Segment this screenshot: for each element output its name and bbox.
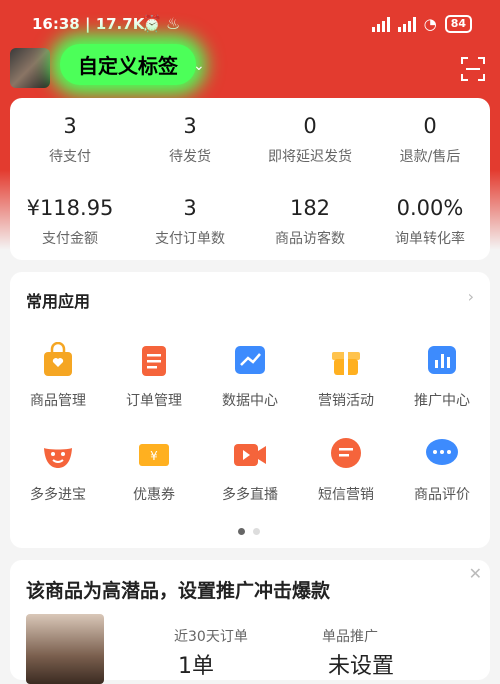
alarm-icon: ⏰ xyxy=(142,14,162,33)
svg-text:¥: ¥ xyxy=(150,449,158,463)
page-dot xyxy=(253,528,260,535)
stat-value: 0 xyxy=(303,114,317,138)
app-label: 订单管理 xyxy=(126,393,182,409)
app-label: 推广中心 xyxy=(414,393,470,409)
stat-pending-payment[interactable]: 3 待支付 xyxy=(10,114,130,166)
common-apps-card: 常用应用 › 商品管理 订单管理 数据中心 营销活动 推广中心 多多进宝 ¥ 优… xyxy=(10,272,490,548)
stat-visitors[interactable]: 182 商品访客数 xyxy=(250,196,370,248)
comment-icon xyxy=(424,436,460,472)
app-sms-marketing[interactable]: 短信营销 xyxy=(298,436,394,504)
page-dot-active xyxy=(238,528,245,535)
close-icon[interactable]: ✕ xyxy=(469,564,482,583)
stat-pay-amount[interactable]: ¥118.95 支付金额 xyxy=(10,196,130,248)
chevron-right-icon[interactable]: › xyxy=(468,287,474,306)
stat-paid-orders[interactable]: 3 支付订单数 xyxy=(130,196,250,248)
bar-chart-icon xyxy=(424,342,460,378)
stat-delay-shipment[interactable]: 0 即将延迟发货 xyxy=(250,114,370,166)
app-duoduo-jinbao[interactable]: 多多进宝 xyxy=(10,436,106,504)
app-coupon[interactable]: ¥ 优惠券 xyxy=(106,436,202,504)
product-thumbnail[interactable] xyxy=(26,614,104,684)
stat-value: 3 xyxy=(63,114,77,138)
status-right: ◔ 84 xyxy=(371,15,472,33)
stat-value: 3 xyxy=(183,196,197,220)
order-list-icon xyxy=(136,342,172,378)
app-label: 优惠券 xyxy=(133,487,175,503)
promotion-label: 单品推广 xyxy=(322,629,378,645)
stat-conversion[interactable]: 0.00% 询单转化率 xyxy=(370,196,490,248)
app-product-manage[interactable]: 商品管理 xyxy=(10,341,106,410)
battery-icon: 84 xyxy=(444,15,472,33)
stat-label: 商品访客数 xyxy=(275,231,345,247)
wifi-icon: ◔ xyxy=(423,15,437,33)
promo-headline: 该商品为高潜品，设置推广冲击爆款 xyxy=(26,580,331,602)
shop-avatar[interactable] xyxy=(10,48,50,88)
app-notification-icon: ♨ xyxy=(166,14,181,33)
gift-box-icon xyxy=(328,342,364,378)
stat-refund[interactable]: 0 退款/售后 xyxy=(370,114,490,166)
app-product-reviews[interactable]: 商品评价 xyxy=(394,436,490,504)
app-promotion-center[interactable]: 推广中心 xyxy=(394,342,490,410)
stat-label: 待发货 xyxy=(169,149,211,165)
bag-icon xyxy=(40,341,76,378)
app-label: 商品评价 xyxy=(414,487,470,503)
stat-label: 支付订单数 xyxy=(155,231,225,247)
stat-value: ¥118.95 xyxy=(26,196,114,220)
orders-label: 近30天订单 xyxy=(174,629,248,645)
stat-value: 0 xyxy=(423,114,437,138)
stat-label: 退款/售后 xyxy=(399,149,461,165)
page-indicator xyxy=(238,528,260,535)
stat-value: 182 xyxy=(289,196,331,220)
message-icon xyxy=(328,436,364,472)
promo-card[interactable]: ✕ 该商品为高潜品，设置推广冲击爆款 近30天订单 单品推广 1单 未设置 xyxy=(10,560,490,684)
scan-icon[interactable] xyxy=(460,56,486,82)
piggy-icon xyxy=(40,436,76,472)
app-label: 短信营销 xyxy=(318,487,374,503)
stats-card: 3 待支付 3 待发货 0 即将延迟发货 0 退款/售后 ¥118.95 支付金额 3 支付… xyxy=(10,98,490,260)
shop-name-label[interactable]: 自定义标签 xyxy=(60,44,196,85)
shop-header: 自定义标签 ⌄ xyxy=(0,44,500,98)
video-icon xyxy=(232,436,268,472)
signal-hd-icon xyxy=(397,16,416,32)
status-time: 16:38 | 17.7K/s xyxy=(32,15,159,33)
stat-value: 3 xyxy=(183,114,197,138)
stat-label: 待支付 xyxy=(49,149,91,165)
chevron-down-icon[interactable]: ⌄ xyxy=(193,58,205,74)
time-text: 16:38 xyxy=(32,15,80,33)
stat-value: 0.00% xyxy=(396,196,464,220)
app-label: 商品管理 xyxy=(30,393,86,409)
status-bar: 16:38 | 17.7K/s ⏰ ♨ ◔ 84 xyxy=(0,0,500,48)
app-order-manage[interactable]: 订单管理 xyxy=(106,342,202,410)
stat-label: 支付金额 xyxy=(42,231,98,247)
stat-pending-shipment[interactable]: 3 待发货 xyxy=(130,114,250,166)
app-marketing[interactable]: 营销活动 xyxy=(298,342,394,410)
app-label: 数据中心 xyxy=(222,393,278,409)
stat-label: 即将延迟发货 xyxy=(268,149,352,165)
stat-label: 询单转化率 xyxy=(395,231,465,247)
app-label: 营销活动 xyxy=(318,393,374,409)
chart-line-icon xyxy=(232,342,268,378)
coupon-icon: ¥ xyxy=(136,436,172,472)
app-live-stream[interactable]: 多多直播 xyxy=(202,436,298,504)
app-label: 多多进宝 xyxy=(30,487,86,503)
orders-value: 1单 xyxy=(178,654,214,679)
signal-icon xyxy=(371,16,390,32)
app-label: 多多直播 xyxy=(222,487,278,503)
promotion-value[interactable]: 未设置 xyxy=(328,648,394,680)
apps-title: 常用应用 xyxy=(26,292,91,311)
app-data-center[interactable]: 数据中心 xyxy=(202,342,298,410)
